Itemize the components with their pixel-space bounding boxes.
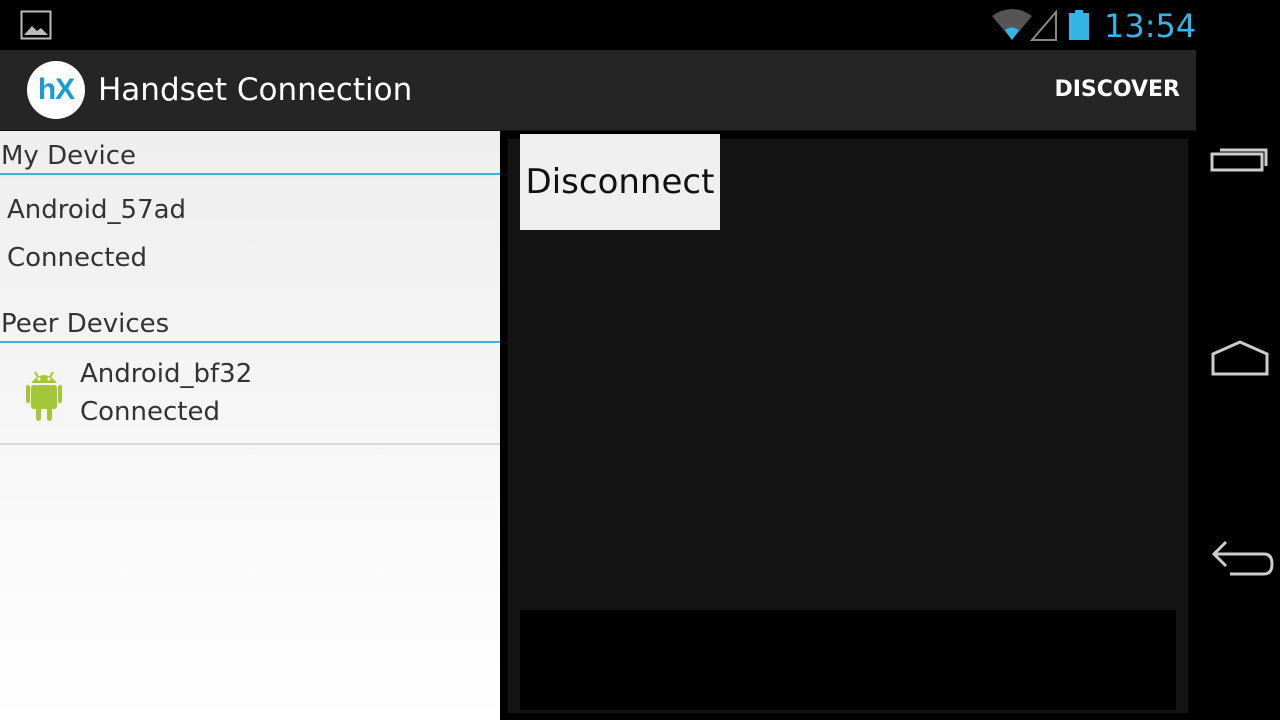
- battery-icon: [1068, 10, 1090, 40]
- home-icon[interactable]: [1210, 338, 1270, 378]
- peer-devices-header: Peer Devices: [0, 299, 500, 343]
- recent-apps-icon[interactable]: [1210, 140, 1270, 180]
- peer-device-status: Connected: [80, 397, 221, 427]
- app-title: Handset Connection: [98, 72, 413, 108]
- android-icon: [26, 369, 62, 423]
- gallery-icon: [20, 10, 52, 40]
- back-icon[interactable]: [1210, 538, 1274, 582]
- device-list-pane: My Device Android_57ad Connected Peer De…: [0, 131, 500, 720]
- status-bar: 13:54: [0, 0, 1196, 50]
- detail-pane: Disconnect: [500, 131, 1196, 720]
- my-device-status: Connected: [7, 243, 148, 273]
- my-device-header: My Device: [0, 131, 500, 175]
- wifi-icon: [990, 8, 1034, 42]
- detail-output-area: [520, 610, 1176, 710]
- signal-icon: [1029, 9, 1058, 42]
- discover-button[interactable]: DISCOVER: [1054, 70, 1180, 110]
- peer-list-item[interactable]: Android_bf32 Connected: [0, 345, 500, 445]
- my-device-name: Android_57ad: [7, 195, 187, 225]
- action-bar: hX Handset Connection DISCOVER: [0, 50, 1196, 131]
- peer-device-name: Android_bf32: [80, 359, 253, 389]
- disconnect-button[interactable]: Disconnect: [520, 134, 720, 230]
- app-logo[interactable]: hX: [27, 61, 85, 119]
- navigation-bar: [1196, 0, 1280, 720]
- status-time: 13:54: [1104, 7, 1197, 45]
